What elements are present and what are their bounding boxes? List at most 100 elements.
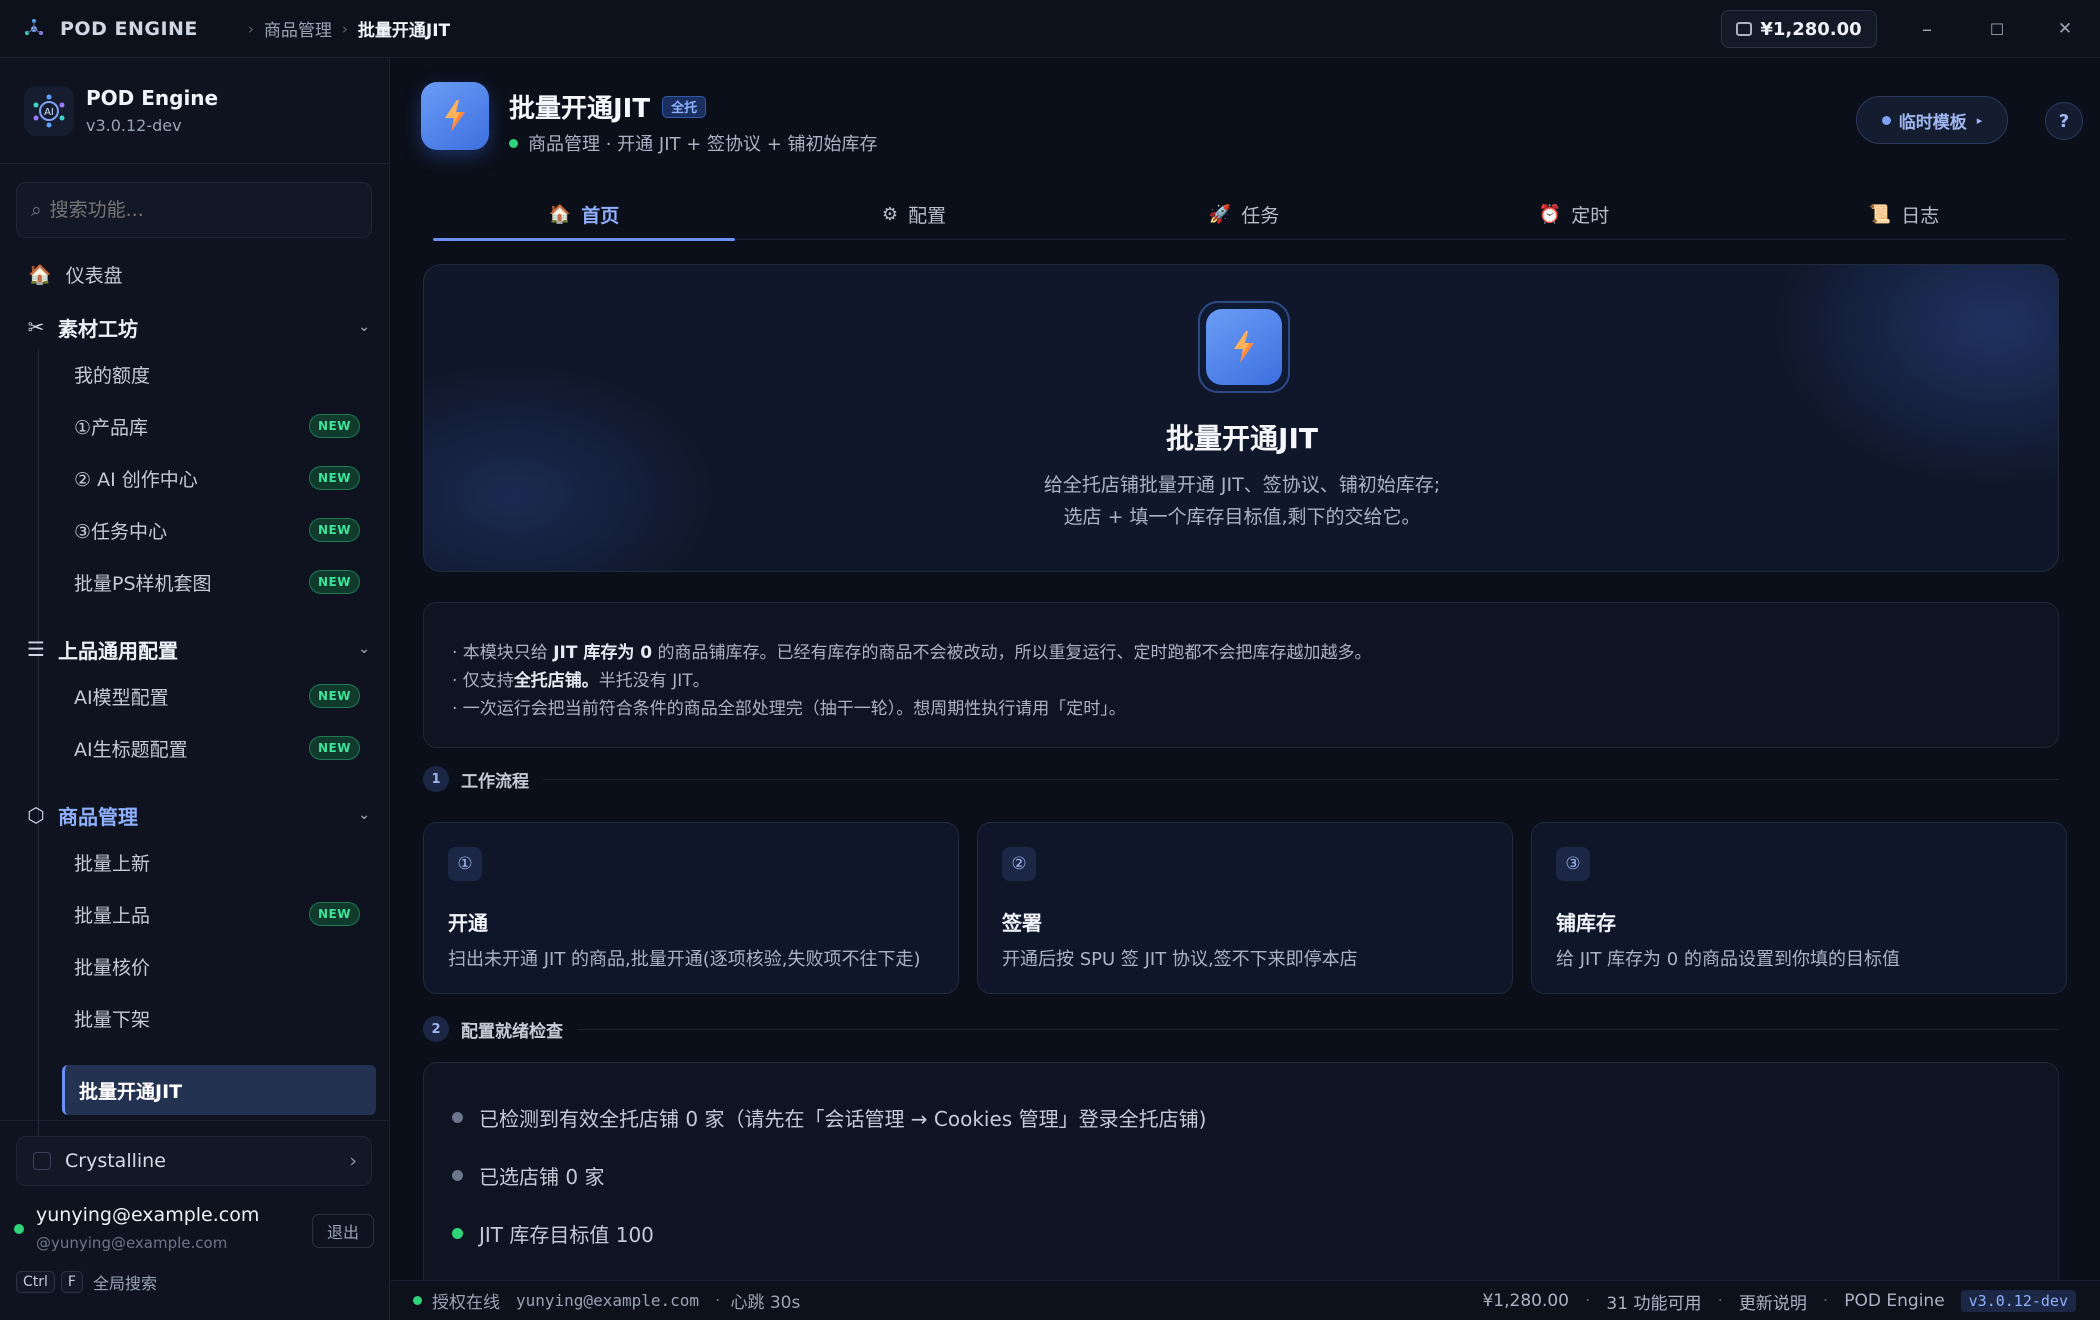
- readiness-item: JIT 库存目标值 100: [452, 1219, 654, 1248]
- sidebar-item-batch-delist[interactable]: 批量下架: [74, 998, 364, 1038]
- note-line: · 仅支持全托店铺。半托没有 JIT。: [452, 671, 710, 691]
- minimize-button[interactable]: –: [1910, 12, 1944, 46]
- separator: ·: [715, 1290, 721, 1311]
- tree-line: [38, 350, 39, 680]
- sidebar-item-quota[interactable]: 我的额度: [74, 354, 364, 394]
- sidebar-item-ps-mockup[interactable]: 批量PS样机套图 NEW: [74, 562, 364, 602]
- sidebar-item-product-library[interactable]: ①产品库 NEW: [74, 406, 364, 446]
- step-number-badge: 2: [423, 1016, 449, 1042]
- breadcrumb-separator-icon: ›: [341, 19, 348, 38]
- step-3-icon: ③: [1556, 847, 1590, 881]
- theme-checkbox[interactable]: [33, 1152, 51, 1170]
- note-line: · 一次运行会把当前符合条件的商品全部处理完（抽干一轮）。想周期性执行请用「定时…: [452, 699, 1126, 719]
- logout-button[interactable]: 退出: [312, 1214, 374, 1248]
- status-dot-icon: [509, 138, 518, 148]
- sidebar-divider: [0, 1120, 390, 1121]
- sidebar-item-label: ①产品库: [74, 416, 149, 439]
- readiness-card: 已检测到有效全托店铺 0 家（请先在「会话管理 → Cookies 管理」登录全…: [423, 1062, 2059, 1302]
- tab-label: 配置: [908, 204, 947, 227]
- step-title: 签署: [1002, 911, 1042, 935]
- status-bar: 授权在线 yunying@example.com · 心跳 30s ¥1,280…: [391, 1280, 2100, 1320]
- status-dot-icon: [452, 1228, 463, 1239]
- hero-card: 批量开通JIT 给全托店铺批量开通 JIT、签协议、铺初始库存; 选店 + 填一…: [423, 264, 2059, 572]
- sidebar-search[interactable]: ⌕: [16, 182, 372, 238]
- sidebar-item-ai-model-config[interactable]: AI模型配置 NEW: [74, 676, 364, 716]
- sidebar-version: v3.0.12-dev: [86, 116, 182, 135]
- sidebar-section-goods[interactable]: ⬡ 商品管理 ⌄: [24, 800, 370, 830]
- sidebar-item-ai-title-config[interactable]: AI生标题配置 NEW: [74, 728, 364, 768]
- hero-description-line2: 选店 + 填一个库存目标值,剩下的交给它。: [1063, 506, 1421, 528]
- tab-home[interactable]: 🏠 首页: [433, 188, 735, 241]
- wallet-balance-button[interactable]: ¥1,280.00: [1721, 10, 1877, 48]
- sidebar-item-task-center[interactable]: ③任务中心 NEW: [74, 510, 364, 550]
- kbd-ctrl: Ctrl: [16, 1271, 55, 1293]
- breadcrumb-item-current: 批量开通JIT: [357, 21, 451, 41]
- sidebar-item-label: 批量下架: [74, 1008, 151, 1031]
- step-title: 开通: [448, 911, 488, 935]
- tree-line: [38, 838, 39, 1178]
- search-icon: ⌕: [31, 199, 42, 221]
- breadcrumb-separator-icon: ›: [247, 19, 254, 38]
- status-bar-right: ¥1,280.00 · 31 功能可用 · 更新说明 · POD Engine …: [1466, 1281, 2076, 1320]
- maximize-button[interactable]: ☐: [1980, 12, 2014, 46]
- changelog-link[interactable]: 更新说明: [1739, 1289, 1807, 1314]
- online-status-icon: [14, 1224, 24, 1234]
- readiness-item: 已选店铺 0 家: [452, 1161, 604, 1190]
- tab-logs[interactable]: 📜 日志: [1753, 188, 2055, 240]
- readiness-heading: 2 配置就绪检查: [423, 1016, 2059, 1042]
- sidebar-item-batch-jit[interactable]: 批量开通JIT: [62, 1065, 376, 1115]
- sidebar-item-ai-studio[interactable]: ② AI 创作中心 NEW: [74, 458, 364, 498]
- note-line: · 本模块只给 JIT 库存为 0 的商品铺库存。已经有库存的商品不会被改动，所…: [452, 643, 1372, 663]
- user-handle: @yunying@example.com: [36, 1234, 228, 1252]
- kbd-f: F: [60, 1271, 83, 1293]
- sidebar-item-label: AI模型配置: [74, 686, 169, 709]
- gear-icon: ⚙: [881, 203, 899, 225]
- sidebar-item-batch-new[interactable]: 批量上新: [74, 842, 364, 882]
- home-icon: 🏠: [28, 263, 52, 286]
- sidebar-item-dashboard[interactable]: 🏠 仪表盘: [28, 254, 123, 294]
- tab-config[interactable]: ⚙ 配置: [763, 188, 1065, 240]
- chevron-down-icon: ⌄: [358, 641, 370, 657]
- workflow-heading: 1 工作流程: [423, 766, 2059, 792]
- page-subtitle: 商品管理 · 开通 JIT + 签协议 + 铺初始库存: [509, 130, 878, 156]
- sidebar-search-input[interactable]: [49, 199, 350, 221]
- tab-schedule[interactable]: ⏰ 定时: [1423, 188, 1725, 240]
- readiness-item-text: JIT 库存目标值 100: [479, 1223, 654, 1247]
- tab-tasks[interactable]: 🚀 任务: [1093, 188, 1395, 240]
- sidebar-item-label: 批量上新: [74, 852, 151, 875]
- workflow-step-card: ③ 铺库存 给 JIT 库存为 0 的商品设置到你填的目标值: [1531, 822, 2067, 994]
- help-button[interactable]: ?: [2045, 102, 2083, 140]
- tab-label: 任务: [1241, 204, 1280, 227]
- new-badge: NEW: [309, 902, 360, 926]
- temporary-template-button[interactable]: 临时模板 ▸: [1856, 96, 2008, 144]
- new-badge: NEW: [309, 684, 360, 708]
- tab-bar: 🏠 首页 ⚙ 配置 🚀 任务 ⏰ 定时 📜 日志: [433, 188, 2065, 241]
- caret-right-icon: ▸: [1976, 113, 1983, 127]
- close-button[interactable]: ✕: [2048, 12, 2082, 46]
- new-badge: NEW: [309, 466, 360, 490]
- heartbeat-status: 心跳 30s: [730, 1293, 801, 1313]
- sidebar-item-batch-list[interactable]: 批量上品 NEW: [74, 894, 364, 934]
- divider: [543, 778, 2059, 780]
- sidebar-item-label: ② AI 创作中心: [74, 468, 198, 491]
- app-logo-icon: AI: [24, 85, 74, 136]
- title-bar: POD ENGINE › 商品管理 › 批量开通JIT ¥1,280.00 – …: [0, 0, 2100, 58]
- sidebar-app-name: POD Engine: [86, 86, 219, 110]
- sidebar-section-material[interactable]: ✂ 素材工坊 ⌄: [24, 312, 370, 342]
- step-2-icon: ②: [1002, 847, 1036, 881]
- readiness-item-text: 已选店铺 0 家: [479, 1165, 605, 1189]
- step-1-icon: ①: [448, 847, 482, 881]
- wallet-amount: ¥1,280.00: [1760, 18, 1862, 40]
- workflow-step-card: ① 开通 扫出未开通 JIT 的商品,批量开通(逐项核验,失败项不往下走): [423, 822, 959, 994]
- tab-label: 首页: [581, 204, 620, 227]
- hero-title: 批量开通JIT: [1166, 422, 1318, 455]
- theme-selector[interactable]: Crystalline ›: [16, 1136, 372, 1186]
- online-status-icon: [413, 1296, 422, 1305]
- chevron-down-icon: ⌄: [358, 319, 370, 335]
- breadcrumb-item-goods[interactable]: 商品管理: [264, 16, 332, 41]
- status-balance: ¥1,280.00: [1482, 1291, 1569, 1311]
- status-user: yunying@example.com: [516, 1291, 700, 1310]
- status-dot-icon: [452, 1170, 463, 1181]
- sidebar-section-listing-config[interactable]: ☰ 上品通用配置 ⌄: [24, 634, 370, 664]
- sidebar-item-batch-price[interactable]: 批量核价: [74, 946, 364, 986]
